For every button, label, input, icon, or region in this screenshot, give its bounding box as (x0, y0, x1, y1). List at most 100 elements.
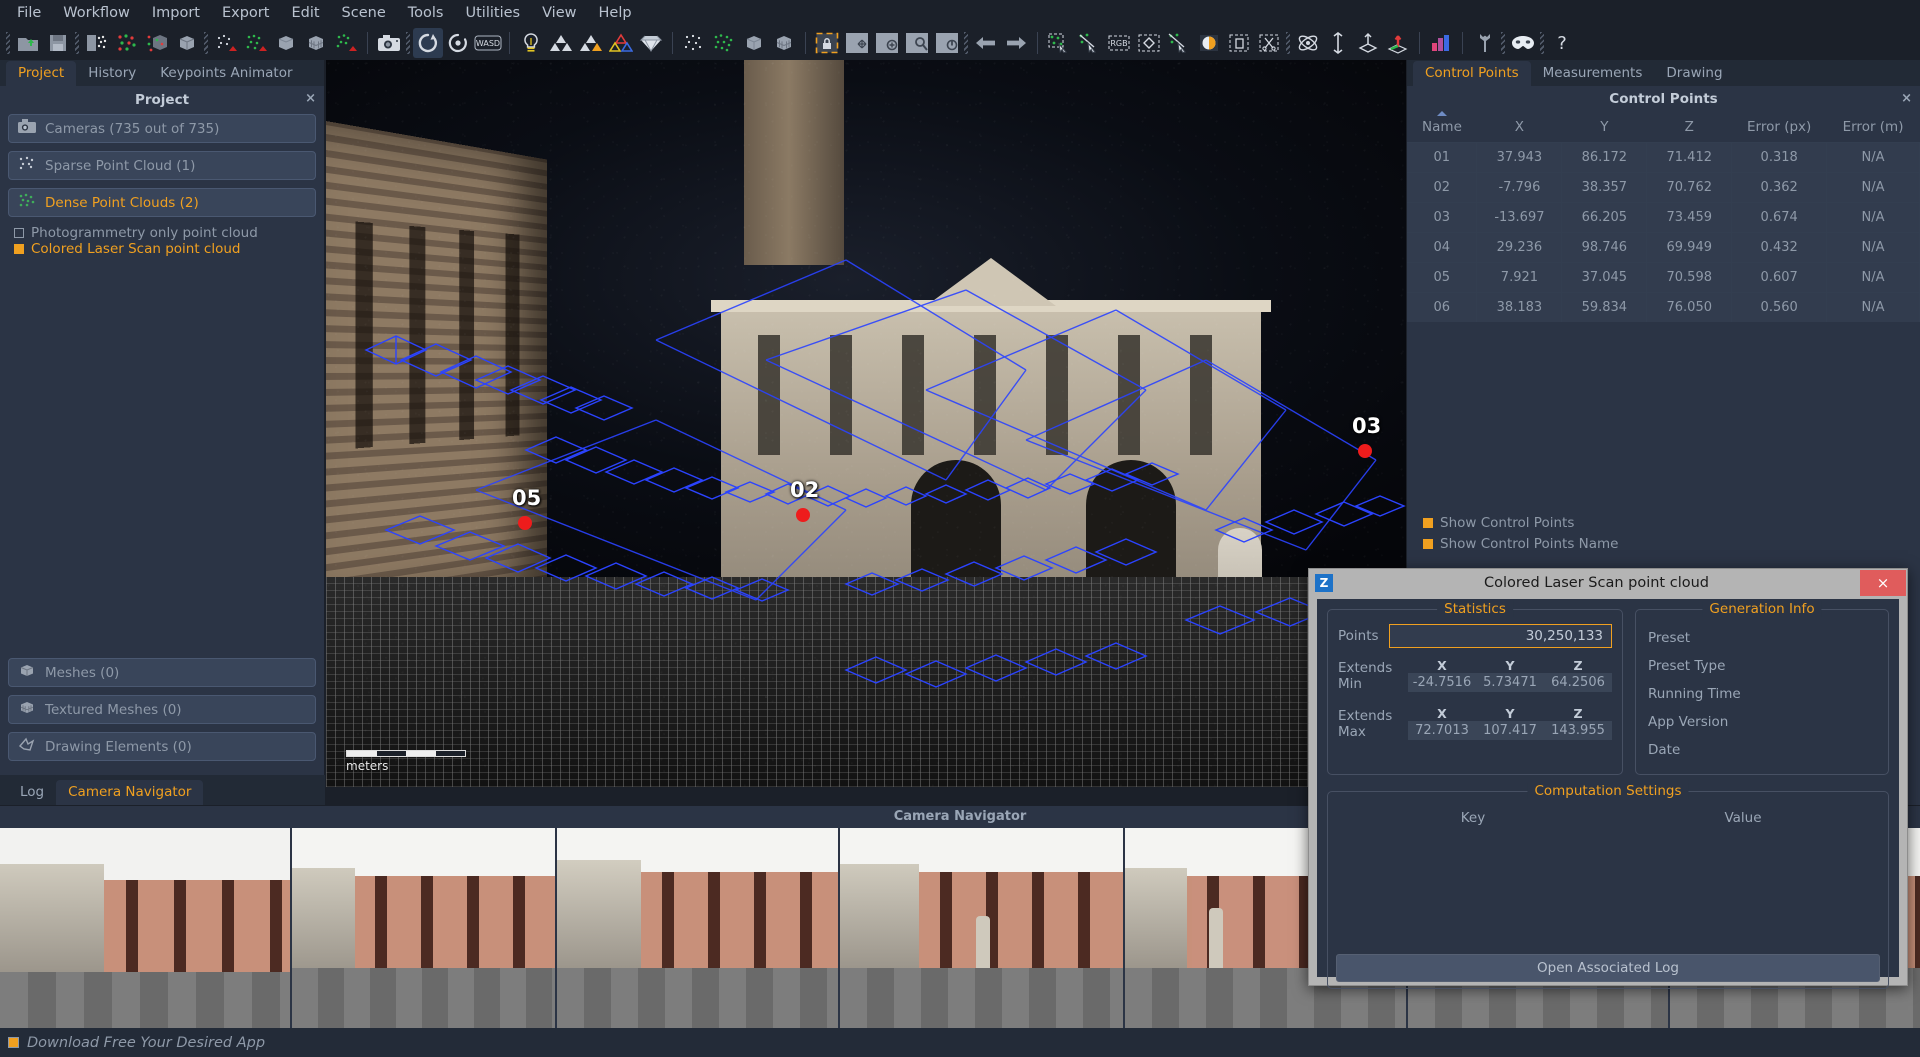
tab-keypoints-animator[interactable]: Keypoints Animator (148, 61, 304, 86)
green-points-icon[interactable] (241, 28, 271, 58)
option-show-control-points[interactable]: Show Control Points (1417, 515, 1618, 531)
colored-cloud-icon[interactable] (331, 28, 361, 58)
cut-icon[interactable] (1254, 28, 1284, 58)
menu-item-help[interactable]: Help (588, 2, 643, 24)
camera-thumbnail[interactable] (557, 828, 840, 1028)
camera-thumbnail[interactable] (0, 828, 292, 1028)
redo-icon[interactable] (1001, 28, 1031, 58)
toolbar-grip[interactable] (962, 30, 971, 56)
menu-item-import[interactable]: Import (141, 2, 211, 24)
close-icon[interactable]: × (1901, 91, 1912, 106)
tab-camera-navigator[interactable]: Camera Navigator (56, 780, 203, 805)
wrench-icon[interactable] (1469, 28, 1499, 58)
open-associated-log-button[interactable]: Open Associated Log (1336, 954, 1880, 982)
triangles-rgb-icon[interactable] (606, 28, 636, 58)
column-header-error-m[interactable]: Error (m) (1827, 112, 1920, 143)
power-tool-icon[interactable] (932, 28, 962, 58)
menu-item-export[interactable]: Export (211, 2, 280, 24)
column-header-name[interactable]: Name (1407, 112, 1477, 143)
scale-tool-icon[interactable] (872, 28, 902, 58)
dense-green-points-icon[interactable] (709, 28, 739, 58)
close-icon[interactable]: × (305, 91, 316, 106)
checkbox[interactable] (1423, 518, 1433, 528)
save-project-icon[interactable] (43, 28, 73, 58)
triangles-orange-icon[interactable] (576, 28, 606, 58)
toolbar-grip[interactable] (1538, 30, 1547, 56)
textured-box-icon[interactable] (301, 28, 331, 58)
sparse-cloud-icon[interactable] (112, 28, 142, 58)
table-row[interactable]: 06 38.183 59.834 76.050 0.560 N/A (1407, 293, 1920, 323)
menu-item-workflow[interactable]: Workflow (52, 2, 141, 24)
project-row-drawing-elements[interactable]: Drawing Elements (0) (8, 732, 316, 761)
light-bulb-icon[interactable] (516, 28, 546, 58)
zoom-tool-icon[interactable] (902, 28, 932, 58)
wasd-navigation-icon[interactable]: WASD (473, 28, 503, 58)
dense-cloud-item-photogrammetry[interactable]: Photogrammetry only point cloud (8, 225, 316, 241)
contrast-icon[interactable] (1194, 28, 1224, 58)
cube-icon[interactable] (739, 28, 769, 58)
project-row-cameras[interactable]: Cameras (735 out of 735) (8, 114, 316, 143)
diamond-select-icon[interactable] (1134, 28, 1164, 58)
dense-cloud-icon[interactable] (142, 28, 172, 58)
project-row-dense-point-clouds[interactable]: Dense Point Clouds (2) (8, 188, 316, 217)
column-header-key[interactable]: Key (1338, 806, 1608, 830)
table-row[interactable]: 05 7.921 37.045 70.598 0.607 N/A (1407, 263, 1920, 293)
camera-thumbnail[interactable] (840, 828, 1125, 1028)
dialog-title-bar[interactable]: Z Colored Laser Scan point cloud × (1309, 569, 1907, 597)
mesh-icon[interactable] (172, 28, 202, 58)
checkbox[interactable] (1423, 539, 1433, 549)
column-header-z[interactable]: Z (1647, 112, 1732, 143)
toolbar-grip[interactable] (202, 30, 211, 56)
box-icon[interactable] (271, 28, 301, 58)
close-icon[interactable]: × (1860, 570, 1906, 596)
project-row-textured-meshes[interactable]: Textured Meshes (0) (8, 695, 316, 724)
column-header-value[interactable]: Value (1608, 806, 1878, 830)
help-icon[interactable]: ? (1547, 28, 1577, 58)
triangles-white-icon[interactable] (546, 28, 576, 58)
table-row[interactable]: 01 37.943 86.172 71.412 0.318 N/A (1407, 143, 1920, 173)
sparse-points-icon[interactable] (679, 28, 709, 58)
column-header-y[interactable]: Y (1562, 112, 1647, 143)
select-points-icon[interactable] (1044, 28, 1074, 58)
table-row[interactable]: 02 -7.796 38.357 70.762 0.362 N/A (1407, 173, 1920, 203)
option-show-control-points-name[interactable]: Show Control Points Name (1417, 536, 1618, 552)
camera-thumbnail[interactable] (292, 828, 557, 1028)
diamond-icon[interactable] (636, 28, 666, 58)
point-cloud-sparse-icon[interactable] (211, 28, 241, 58)
textured-cube-icon[interactable] (769, 28, 799, 58)
lock-selection-icon[interactable] (812, 28, 842, 58)
tab-history[interactable]: History (76, 61, 148, 86)
import-images-icon[interactable] (82, 28, 112, 58)
toolbar-grip[interactable] (4, 30, 13, 56)
pan-rotate-icon[interactable] (443, 28, 473, 58)
tab-measurements[interactable]: Measurements (1531, 61, 1655, 86)
mask-icon[interactable] (1508, 28, 1538, 58)
crop-points-icon[interactable] (1164, 28, 1194, 58)
axis-icon[interactable] (1353, 28, 1383, 58)
menu-item-file[interactable]: File (6, 2, 52, 24)
move-tool-icon[interactable] (842, 28, 872, 58)
column-header-x[interactable]: X (1477, 112, 1562, 143)
toolbar-grip[interactable] (404, 30, 413, 56)
tab-drawing[interactable]: Drawing (1654, 61, 1734, 86)
deselect-points-icon[interactable] (1074, 28, 1104, 58)
table-row[interactable]: 03 -13.697 66.205 73.459 0.674 N/A (1407, 203, 1920, 233)
menu-item-scene[interactable]: Scene (331, 2, 397, 24)
menu-item-tools[interactable]: Tools (397, 2, 455, 24)
undo-icon[interactable] (971, 28, 1001, 58)
checkbox[interactable] (14, 228, 24, 238)
menu-item-edit[interactable]: Edit (280, 2, 330, 24)
project-row-sparse-point-cloud[interactable]: Sparse Point Cloud (1) (8, 151, 316, 180)
orbit-icon[interactable] (413, 28, 443, 58)
3d-viewport[interactable]: 05 02 03 meters (326, 60, 1406, 787)
column-header-error-px[interactable]: Error (px) (1732, 112, 1827, 143)
tab-log[interactable]: Log (8, 780, 56, 805)
measure-height-icon[interactable] (1323, 28, 1353, 58)
open-project-icon[interactable] (13, 28, 43, 58)
point-cloud-info-dialog[interactable]: Z Colored Laser Scan point cloud × Stati… (1308, 568, 1908, 986)
project-row-meshes[interactable]: Meshes (0) (8, 658, 316, 687)
camera-icon[interactable] (374, 28, 404, 58)
toolbar-grip[interactable] (73, 30, 82, 56)
vector-icon[interactable] (1383, 28, 1413, 58)
tab-project[interactable]: Project (6, 61, 76, 86)
